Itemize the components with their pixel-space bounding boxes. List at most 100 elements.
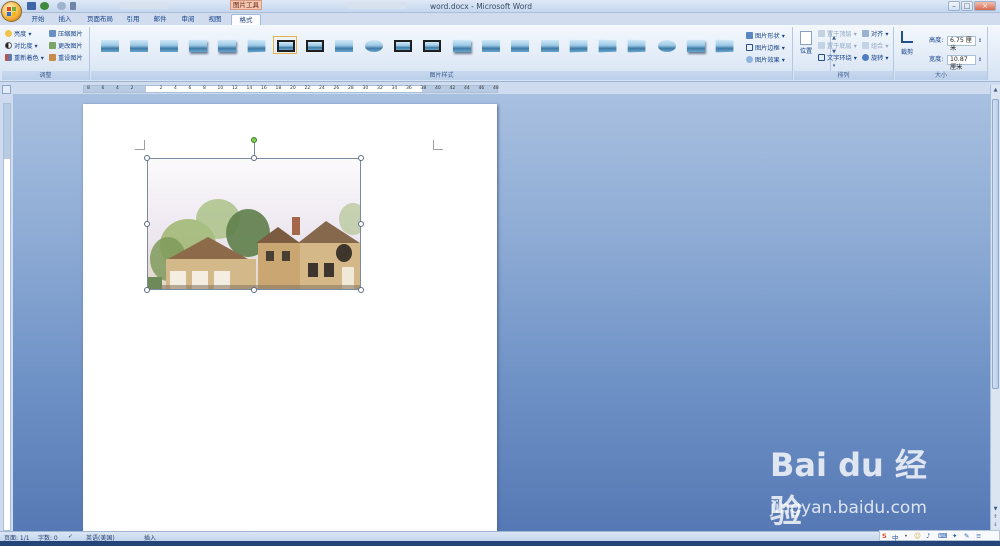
input-method-bar[interactable]: S 中 • ☺ ♪ ⌨ ✦ ✎ ≡: [879, 530, 1000, 542]
ruler-tick-label: 24: [319, 86, 325, 91]
position-button[interactable]: 位置: [797, 31, 815, 61]
group-label: 组合: [871, 43, 884, 50]
ruler-tick-label: 2: [159, 86, 163, 91]
picture-style-thumbnail[interactable]: [478, 36, 502, 54]
ruler-toggle-button[interactable]: [2, 85, 11, 94]
style-preview-image: [423, 40, 442, 52]
vertical-ruler[interactable]: [3, 103, 11, 531]
position-icon: [800, 31, 812, 45]
ime-tools-icon[interactable]: ✎: [964, 532, 969, 540]
tab-home[interactable]: 开始: [26, 14, 50, 25]
vertical-scrollbar[interactable]: ▲ ▼ ⇑ ⇓: [990, 85, 1000, 531]
picture-style-thumbnail[interactable]: [156, 36, 180, 54]
crop-button[interactable]: 裁剪: [898, 31, 916, 61]
align-button[interactable]: 对齐 ▾: [862, 30, 888, 40]
picture-style-thumbnail[interactable]: [244, 36, 268, 54]
style-preview-image: [481, 40, 500, 52]
picture-style-thumbnail[interactable]: [624, 36, 648, 54]
resize-handle-sw[interactable]: [144, 287, 150, 293]
recolor-button[interactable]: 重新着色 ▾: [5, 54, 44, 64]
picture-style-thumbnail[interactable]: [302, 36, 326, 54]
tab-review[interactable]: 审阅: [176, 14, 200, 25]
inserted-picture[interactable]: [147, 158, 361, 290]
ruler-tick-label: 4: [174, 86, 177, 91]
resize-handle-e[interactable]: [358, 221, 364, 227]
tab-format[interactable]: 格式: [231, 14, 261, 25]
picture-shape-button[interactable]: 图片形状 ▾: [746, 32, 785, 42]
group-adjust: 亮度 ▾ 对比度 ▾ 重新着色 ▾ 压缩图片 更改图片 重设图片 调整: [2, 27, 90, 80]
resize-handle-ne[interactable]: [358, 155, 364, 161]
minimize-button[interactable]: –: [948, 1, 960, 11]
tab-references[interactable]: 引用: [122, 14, 144, 25]
picture-style-thumbnail[interactable]: [595, 36, 619, 54]
height-spinner[interactable]: ⇕: [978, 36, 982, 46]
bring-to-front-button[interactable]: 置于顶层 ▾: [818, 30, 857, 40]
align-icon: [862, 30, 869, 37]
rotate-button[interactable]: 旋转 ▾: [862, 54, 888, 64]
ruler-tick-label: 28: [348, 86, 354, 91]
reset-picture-button[interactable]: 重设图片: [49, 54, 83, 64]
horizontal-ruler[interactable]: 8 6 4 2 2 4 6 8 10 12 14 16 18 20 22 24 26 28 30 32 34 36 38 40…: [83, 85, 499, 93]
customize-quick-access-icon[interactable]: [70, 2, 76, 10]
office-button[interactable]: [1, 1, 22, 22]
text-wrapping-button[interactable]: 文字环绕 ▾: [818, 54, 857, 64]
watermark-site: jingyan.baidu.com: [770, 498, 927, 518]
picture-style-thumbnail[interactable]: [683, 36, 707, 54]
contrast-label: 对比度: [14, 43, 33, 50]
width-spinner[interactable]: ⇕: [978, 55, 982, 65]
change-picture-button[interactable]: 更改图片: [49, 42, 83, 52]
picture-style-thumbnail[interactable]: [272, 36, 297, 54]
picture-style-thumbnail[interactable]: [449, 36, 473, 54]
picture-style-thumbnail[interactable]: [566, 36, 590, 54]
width-input[interactable]: 10.87 厘米: [947, 55, 976, 71]
picture-style-thumbnail[interactable]: [185, 36, 209, 54]
picture-style-thumbnail[interactable]: [361, 36, 385, 54]
group-button[interactable]: 组合 ▾: [862, 42, 888, 52]
picture-style-thumbnail[interactable]: [126, 36, 150, 54]
picture-style-thumbnail[interactable]: [537, 36, 561, 54]
ruler-tick-label: 8: [203, 86, 206, 91]
ime-emoji-icon[interactable]: ☺: [914, 532, 921, 540]
ime-menu-icon[interactable]: ≡: [976, 532, 981, 540]
ime-skin-icon[interactable]: ✦: [952, 532, 957, 540]
maximize-button[interactable]: □: [961, 1, 973, 11]
ime-punctuation-icon[interactable]: •: [904, 532, 908, 540]
brightness-button[interactable]: 亮度 ▾: [5, 30, 31, 40]
send-to-back-button[interactable]: 置于底层 ▾: [818, 42, 857, 52]
resize-handle-nw[interactable]: [144, 155, 150, 161]
resize-handle-w[interactable]: [144, 221, 150, 227]
next-page-icon[interactable]: ⇓: [991, 521, 1000, 530]
resize-handle-s[interactable]: [251, 287, 257, 293]
picture-style-thumbnail[interactable]: [331, 36, 355, 54]
window-title: word.docx - Microsoft Word: [430, 2, 532, 11]
compress-pictures-button[interactable]: 压缩图片: [49, 30, 83, 40]
spelling-check-icon[interactable]: ✓: [68, 533, 73, 540]
save-icon[interactable]: [27, 2, 36, 10]
close-button[interactable]: ×: [974, 1, 996, 11]
scrollbar-thumb[interactable]: [992, 99, 999, 389]
tab-mailings[interactable]: 邮件: [148, 14, 172, 25]
picture-style-thumbnail[interactable]: [419, 36, 443, 54]
undo-icon[interactable]: [40, 2, 49, 10]
tab-insert[interactable]: 插入: [54, 14, 76, 25]
resize-handle-se[interactable]: [358, 287, 364, 293]
picture-border-label: 图片边框: [755, 45, 780, 52]
picture-effects-button[interactable]: 图片效果 ▾: [746, 56, 785, 66]
picture-style-thumbnail[interactable]: [654, 36, 678, 54]
document-page[interactable]: [83, 104, 497, 534]
height-input[interactable]: 6.75 厘米: [947, 36, 976, 52]
tab-view[interactable]: 视图: [203, 14, 227, 25]
ime-voice-icon[interactable]: ♪: [926, 532, 930, 540]
picture-style-thumbnail[interactable]: [507, 36, 531, 54]
scroll-up-icon[interactable]: ▲: [991, 86, 1000, 95]
contrast-button[interactable]: 对比度 ▾: [5, 42, 38, 52]
tab-page-layout[interactable]: 页面布局: [82, 14, 118, 25]
picture-style-thumbnail[interactable]: [390, 36, 414, 54]
picture-style-thumbnail[interactable]: [97, 36, 121, 54]
picture-style-thumbnail[interactable]: [712, 36, 736, 54]
redo-icon[interactable]: [57, 2, 66, 10]
ime-keyboard-icon[interactable]: ⌨: [938, 532, 947, 540]
picture-style-thumbnail[interactable]: [214, 36, 238, 54]
picture-border-button[interactable]: 图片边框 ▾: [746, 44, 785, 54]
resize-handle-n[interactable]: [251, 155, 257, 161]
